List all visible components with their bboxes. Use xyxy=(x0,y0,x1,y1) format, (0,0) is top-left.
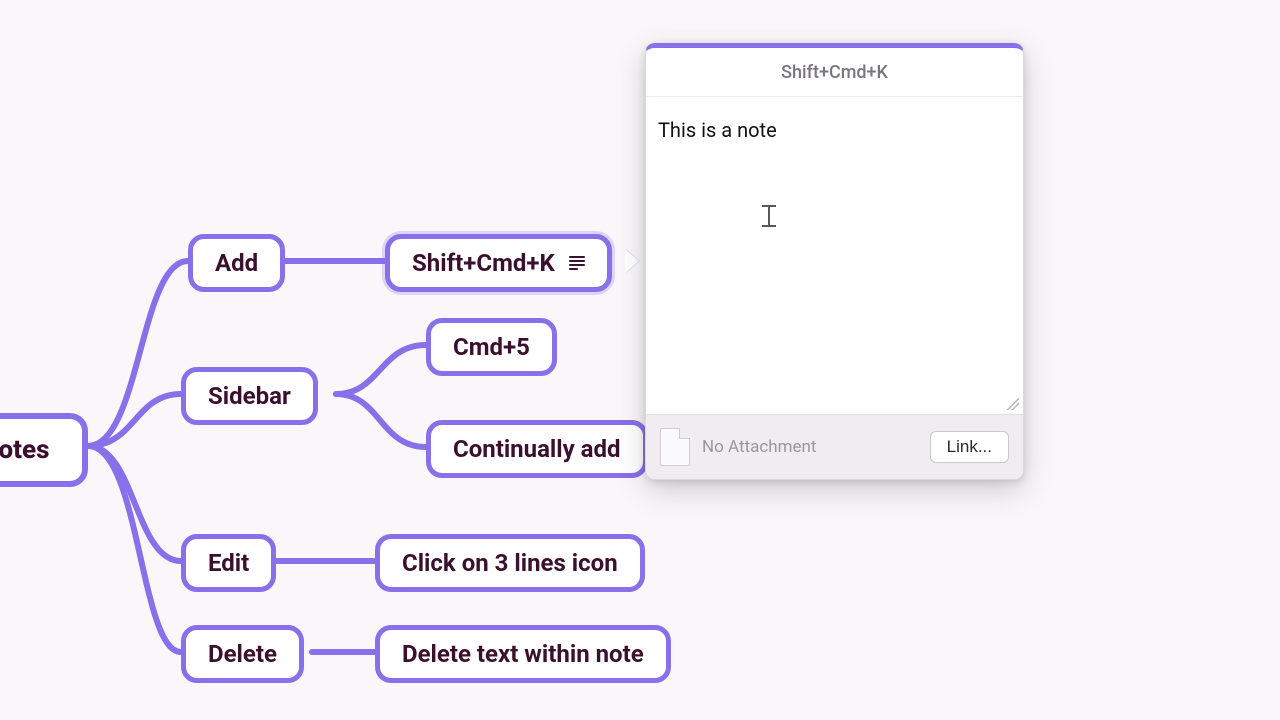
node-label: Shift+Cmd+K xyxy=(412,249,555,277)
node-label: Cmd+5 xyxy=(453,333,530,361)
resize-grip-icon[interactable] xyxy=(1005,396,1019,410)
node-label: Delete xyxy=(208,640,277,668)
mindmap-node-delete[interactable]: Delete xyxy=(181,625,304,683)
mindmap-root-node[interactable]: otes xyxy=(0,413,88,487)
mindmap-node-continually-add[interactable]: Continually add xyxy=(426,420,648,478)
mindmap-node-edit-hint[interactable]: Click on 3 lines icon xyxy=(375,534,645,592)
link-button[interactable]: Link... xyxy=(930,431,1009,463)
node-label: Sidebar xyxy=(208,382,291,410)
mindmap-node-cmd5[interactable]: Cmd+5 xyxy=(426,318,557,376)
mindmap-node-sidebar[interactable]: Sidebar xyxy=(181,367,318,425)
note-body-text: This is a note xyxy=(658,118,777,142)
note-footer: No Attachment Link... xyxy=(646,414,1023,479)
node-label: Click on 3 lines icon xyxy=(402,549,618,577)
mindmap-node-delete-hint[interactable]: Delete text within note xyxy=(375,625,671,683)
mindmap-node-shortcut-shiftcmdk[interactable]: Shift+Cmd+K xyxy=(385,234,612,292)
note-body-textarea[interactable]: This is a note xyxy=(646,97,1023,414)
node-label: Edit xyxy=(208,549,249,577)
note-popover-title: Shift+Cmd+K xyxy=(646,48,1023,97)
node-label: otes xyxy=(0,435,49,465)
node-label: Continually add xyxy=(453,435,621,463)
mindmap-node-edit[interactable]: Edit xyxy=(181,534,276,592)
attachment-placeholder: No Attachment xyxy=(702,437,918,457)
note-indicator-icon[interactable] xyxy=(569,256,585,270)
mindmap-node-add[interactable]: Add xyxy=(188,234,285,292)
mindmap-canvas[interactable]: otes Add Shift+Cmd+K Sidebar Cmd+5 Conti… xyxy=(0,0,1280,720)
file-icon xyxy=(660,428,690,466)
connectors xyxy=(0,0,1280,720)
node-label: Add xyxy=(215,249,258,277)
note-popover: Shift+Cmd+K This is a note No Attachment… xyxy=(645,43,1024,480)
node-label: Delete text within note xyxy=(402,640,644,668)
callout-tip xyxy=(625,249,639,273)
